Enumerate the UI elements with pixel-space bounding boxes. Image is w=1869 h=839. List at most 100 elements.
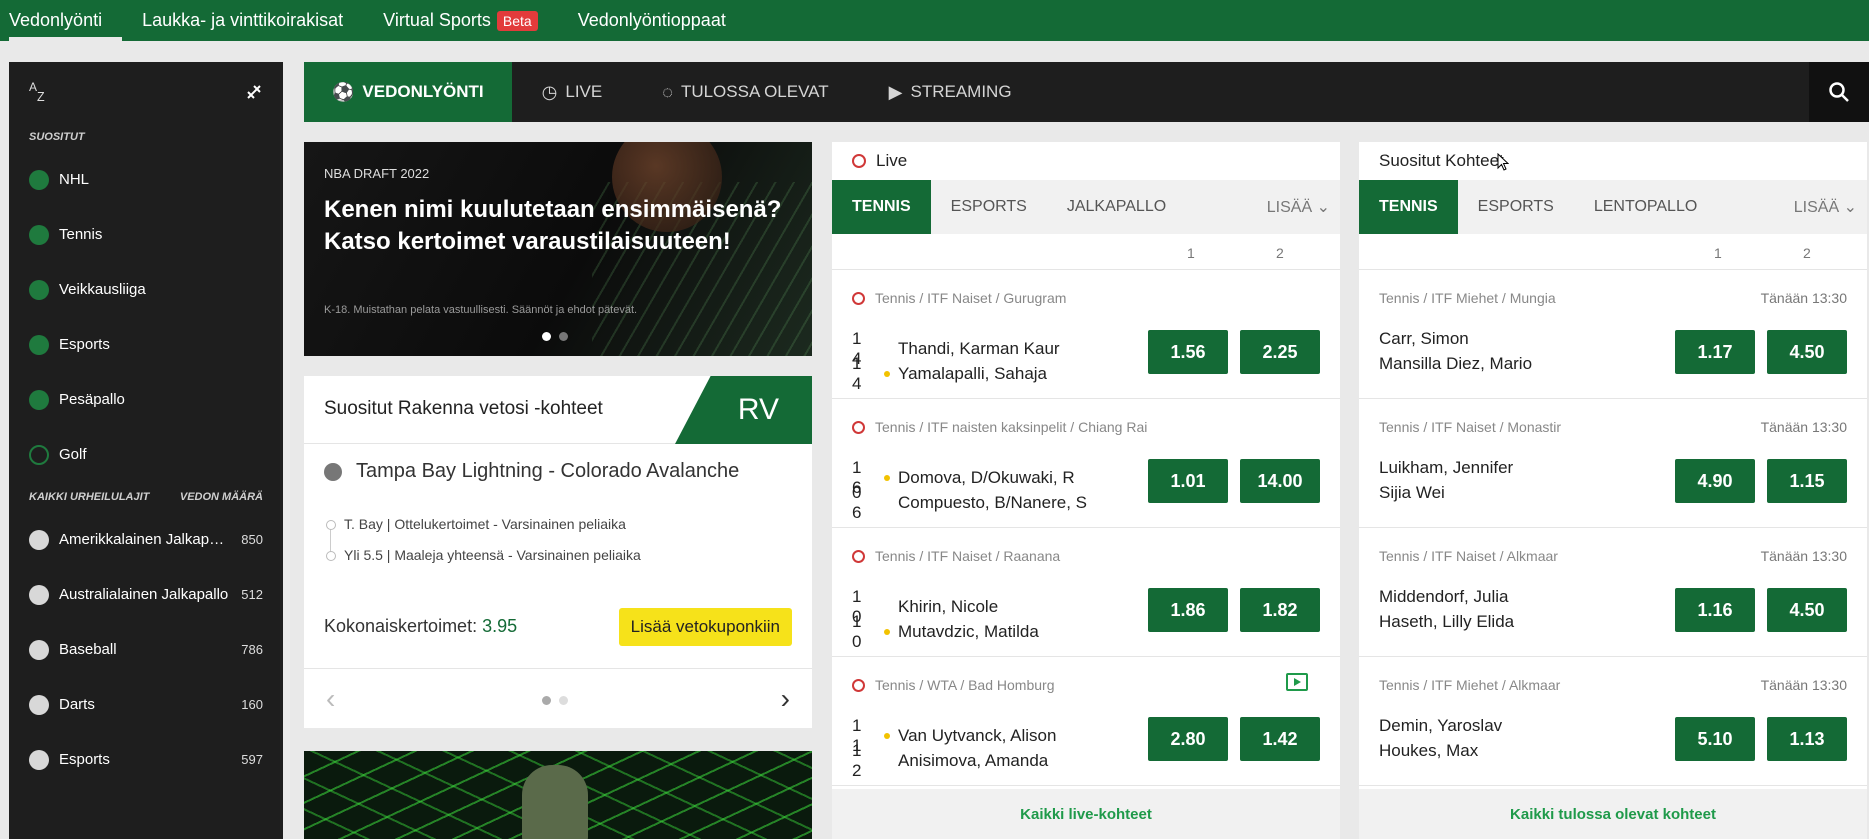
live-event-row[interactable]: Tennis / ITF Naiset / Gurugram 1 4 Thandi… — [832, 270, 1340, 399]
odds-button-2[interactable]: 1.15 — [1767, 459, 1847, 503]
upcoming-event-row[interactable]: Tennis / ITF Naiset / Alkmaar Tänään 13:… — [1359, 528, 1867, 657]
event-start-time: Tänään 13:30 — [1760, 419, 1847, 435]
odds-button-1[interactable]: 1.86 — [1148, 588, 1228, 632]
odds-button-2[interactable]: 4.50 — [1767, 588, 1847, 632]
upcoming-clock-icon: ◌ — [662, 81, 673, 102]
sidebar-item-label: Esports — [59, 336, 110, 353]
tab-esports[interactable]: ESPORTS — [1458, 180, 1574, 234]
sidebar-item-count: 160 — [241, 697, 263, 712]
pagination-dot[interactable] — [559, 696, 568, 705]
tab-tennis[interactable]: TENNIS — [1359, 180, 1458, 234]
tab-esports[interactable]: ESPORTS — [931, 180, 1047, 234]
live-clock-icon — [852, 154, 866, 168]
column-header-2: 2 — [1276, 245, 1284, 261]
pin-tool-icon[interactable] — [245, 83, 263, 101]
all-upcoming-events-link[interactable]: Kaikki tulossa olevat kohteet — [1359, 789, 1867, 839]
sidebar-item-veikkausliiga[interactable]: Veikkausliiga — [9, 262, 283, 317]
live-events-panel: Live TENNIS ESPORTS JALKAPALLO LISÄÄ ⌄ 1… — [832, 142, 1340, 839]
odds-button-1[interactable]: 1.01 — [1148, 459, 1228, 503]
sidebar-item-baseball[interactable]: Baseball 786 — [9, 622, 283, 677]
tab-vedonlyonti[interactable]: ⚽ VEDONLYÖNTI — [304, 62, 512, 122]
tab-jalkapallo[interactable]: JALKAPALLO — [1047, 180, 1186, 234]
top-navigation: Vedonlyönti Laukka- ja vinttikoirakisat … — [0, 0, 1869, 41]
sports-ball-icon: ⚽ — [332, 81, 355, 102]
odds-button-2[interactable]: 1.42 — [1240, 717, 1320, 761]
az-z: Z — [37, 90, 45, 104]
tab-lentopallo[interactable]: LENTOPALLO — [1574, 180, 1717, 234]
sidebar-item-american-football[interactable]: Amerikkalainen Jalkapallo 850 — [9, 512, 283, 567]
topnav-horse-racing[interactable]: Laukka- ja vinttikoirakisat — [122, 0, 363, 41]
player-name: Mutavdzic, Matilda — [898, 622, 1039, 641]
sidebar-item-tennis[interactable]: Tennis — [9, 207, 283, 262]
sidebar-item-label: Esports — [59, 751, 110, 768]
add-to-betslip-button[interactable]: Lisää vetokuponkiin — [618, 608, 792, 646]
topnav-vedonlyonti[interactable]: Vedonlyönti — [0, 0, 123, 41]
build-bet-match[interactable]: Tampa Bay Lightning - Colorado Avalanche — [324, 460, 739, 483]
more-sports-dropdown[interactable]: LISÄÄ ⌄ — [1794, 197, 1857, 217]
hockey-puck-icon — [324, 462, 342, 481]
participant-away: 0 6 Compuesto, B/Nanere, S — [852, 483, 1087, 523]
event-competition: Tennis / ITF Naiset / Gurugram — [852, 290, 1066, 306]
odds-button-2[interactable]: 14.00 — [1240, 459, 1320, 503]
banner-kicker: NBA DRAFT 2022 — [324, 166, 430, 181]
sidebar-item-count: 512 — [241, 587, 263, 602]
score-away: 1 0 — [852, 612, 866, 651]
odds-button-1[interactable]: 1.16 — [1675, 588, 1755, 632]
popular-panel-header: Suositut Kohteet — [1359, 142, 1867, 180]
banner-title: Kenen nimi kuulutetaan ensimmäisenä? Kat… — [324, 196, 782, 255]
odds-button-1[interactable]: 1.56 — [1148, 330, 1228, 374]
upcoming-event-row[interactable]: Tennis / ITF Naiset / Monastir Tänään 13… — [1359, 399, 1867, 528]
column-header-2: 2 — [1803, 245, 1811, 261]
sort-az-icon[interactable]: AZ — [29, 80, 45, 104]
upcoming-event-row[interactable]: Tennis / ITF Miehet / Mungia Tänään 13:3… — [1359, 270, 1867, 399]
topnav-guides[interactable]: Vedonlyöntioppaat — [558, 0, 746, 41]
tab-tennis[interactable]: TENNIS — [832, 180, 931, 234]
serve-indicator-icon — [884, 733, 890, 739]
sidebar-item-esports[interactable]: Esports — [9, 317, 283, 372]
odds-button-2[interactable]: 4.50 — [1767, 330, 1847, 374]
sidebar-item-golf[interactable]: Golf — [9, 427, 283, 482]
dartboard-icon — [29, 694, 49, 715]
sidebar-item-australian-football[interactable]: Australialainen Jalkapallo 512 — [9, 567, 283, 622]
promo-banner-nba-draft[interactable]: NBA DRAFT 2022 Kenen nimi kuulutetaan en… — [304, 142, 812, 356]
live-event-row[interactable]: Tennis / ITF Naiset / Raanana 1 0 Khirin,… — [832, 528, 1340, 657]
popular-events-panel: Suositut Kohteet TENNIS ESPORTS LENTOPAL… — [1359, 142, 1867, 839]
tab-label: VEDONLYÖNTI — [362, 82, 484, 101]
tab-streaming[interactable]: ▶ STREAMING — [859, 62, 1042, 122]
chevron-right-icon[interactable]: › — [781, 683, 790, 715]
upcoming-event-row[interactable]: Tennis / ITF Miehet / Alkmaar Tänään 13:… — [1359, 657, 1867, 786]
screen-play-icon: ▶ — [888, 81, 903, 102]
event-competition: Tennis / ITF Naiset / Monastir — [1379, 419, 1562, 435]
gamepad-icon — [29, 749, 49, 770]
sidebar-item-label: Golf — [59, 446, 87, 463]
live-event-row[interactable]: Tennis / WTA / Bad Homburg 1 1 Van Uytvan… — [832, 657, 1340, 786]
pagination-dot[interactable] — [542, 696, 551, 705]
search-button[interactable] — [1809, 62, 1869, 122]
tab-upcoming[interactable]: ◌ TULOSSA OLEVAT — [632, 62, 858, 122]
stream-available-icon[interactable] — [1286, 673, 1308, 691]
american-football-icon — [29, 529, 49, 550]
odds-button-1[interactable]: 2.80 — [1148, 717, 1228, 761]
odds-button-1[interactable]: 5.10 — [1675, 717, 1755, 761]
more-sports-dropdown[interactable]: LISÄÄ ⌄ — [1267, 197, 1330, 217]
pagination-dot[interactable] — [542, 332, 551, 341]
odds-button-1[interactable]: 4.90 — [1675, 459, 1755, 503]
pagination-dot[interactable] — [559, 332, 568, 341]
chevron-left-icon[interactable]: ‹ — [326, 683, 335, 715]
all-live-events-link[interactable]: Kaikki live-kohteet — [832, 789, 1340, 839]
odds-button-2[interactable]: 2.25 — [1240, 330, 1320, 374]
build-bet-header: Suositut Rakenna vetosi -kohteet RV — [304, 376, 812, 444]
sidebar-item-darts[interactable]: Darts 160 — [9, 677, 283, 732]
tab-live[interactable]: ◷ LIVE — [512, 62, 633, 122]
player-name: Anisimova, Amanda — [898, 751, 1049, 770]
odds-button-1[interactable]: 1.17 — [1675, 330, 1755, 374]
sidebar-item-pesapallo[interactable]: Pesäpallo — [9, 372, 283, 427]
odds-button-2[interactable]: 1.13 — [1767, 717, 1847, 761]
topnav-virtual-sports[interactable]: Virtual Sports Beta — [363, 0, 558, 41]
sidebar-item-esports-all[interactable]: Esports 597 — [9, 732, 283, 787]
sidebar-item-nhl[interactable]: NHL — [9, 152, 283, 207]
odds-button-2[interactable]: 1.82 — [1240, 588, 1320, 632]
odds-column-headers: 1 2 — [1359, 234, 1867, 270]
promo-banner-esports[interactable] — [304, 751, 812, 839]
live-event-row[interactable]: Tennis / ITF naisten kaksinpelit / Chian… — [832, 399, 1340, 528]
